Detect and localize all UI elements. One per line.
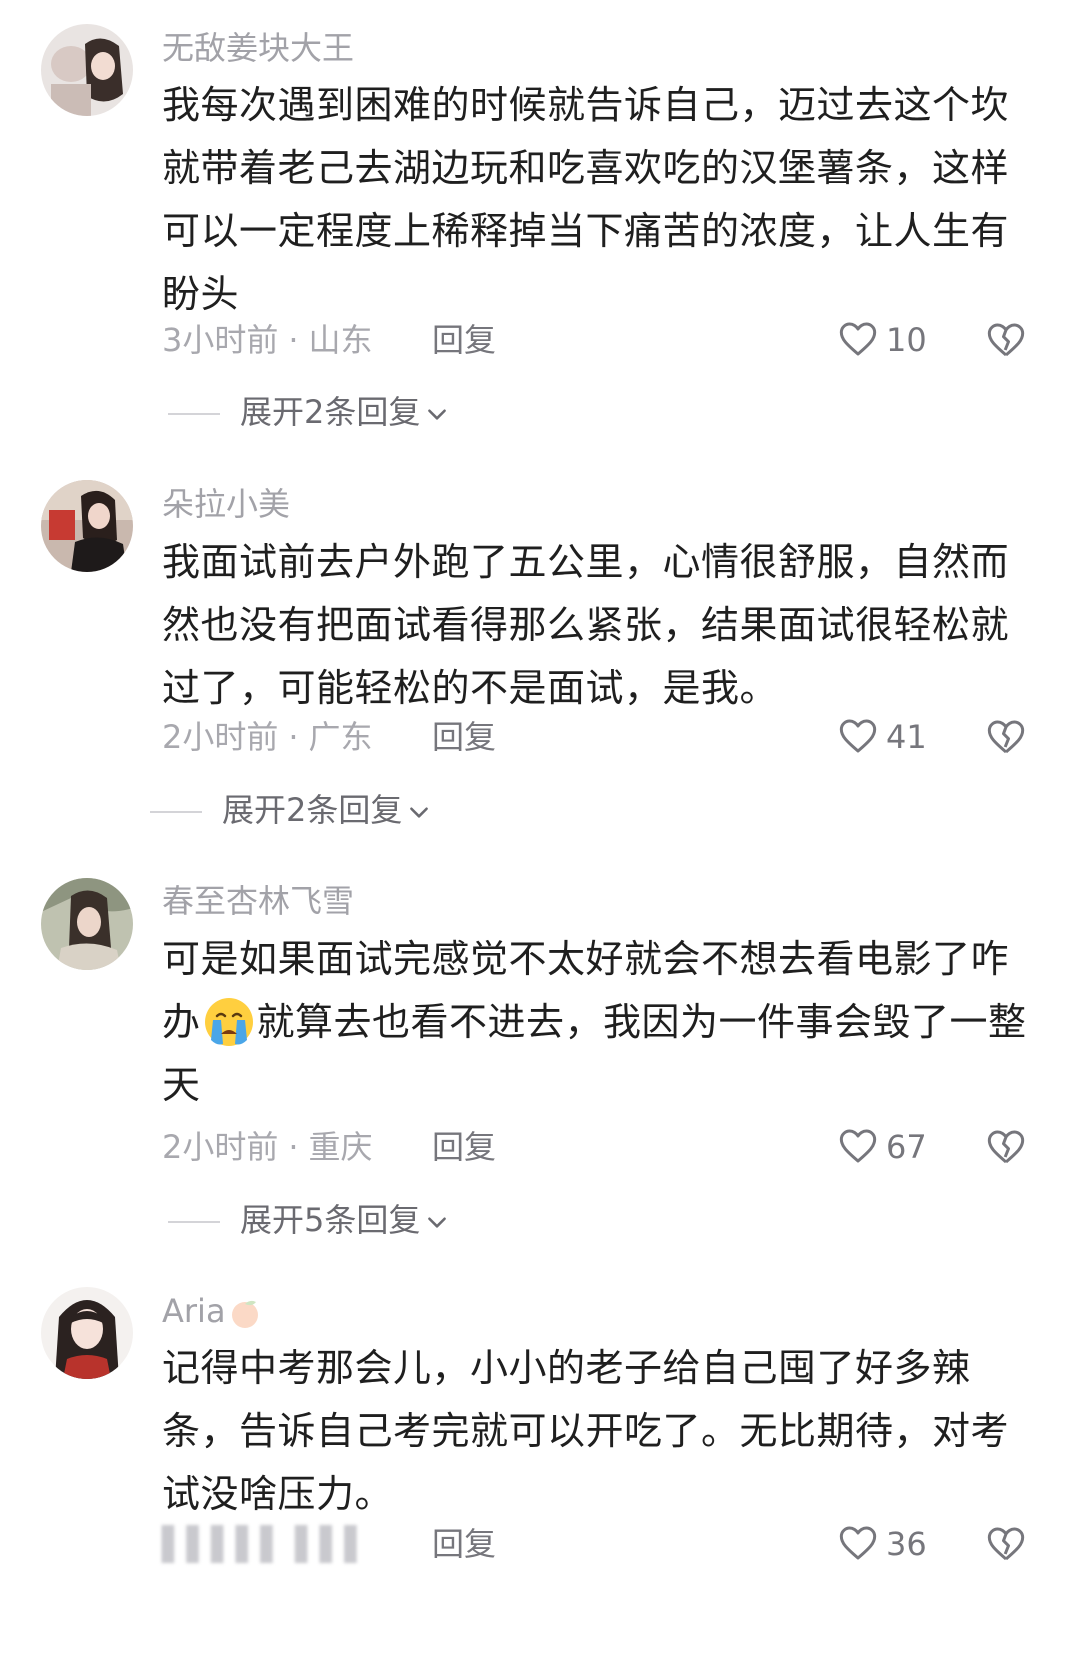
peach-icon [231, 1300, 258, 1328]
expand-label: 展开5条回复 [240, 1201, 421, 1239]
like-count: 36 [886, 1525, 927, 1563]
like-count: 67 [886, 1128, 927, 1166]
like-button[interactable]: 67 [838, 1127, 927, 1169]
comment-item: 无敌姜块大王 我每次遇到困难的时候就告诉自己，迈过去这个坎就带着老己去湖边玩和吃… [0, 0, 1080, 450]
username[interactable]: Aria [162, 1291, 262, 1331]
comment-text: 可是如果面试完感觉不太好就会不想去看电影了咋办 就算去也看不进去，我因为一件事会… [162, 928, 1028, 1117]
username[interactable]: 朵拉小美 [162, 484, 290, 524]
like-button[interactable]: 36 [838, 1524, 927, 1566]
like-button[interactable]: 41 [838, 717, 927, 759]
comment-item: 朵拉小美 我面试前去户外跑了五公里，心情很舒服，自然而然也没有把面试看得那么紧张… [0, 455, 1080, 855]
reply-button[interactable]: 回复 [432, 717, 496, 757]
username-text: Aria [162, 1292, 226, 1330]
username[interactable]: 春至杏林飞雪 [162, 881, 354, 921]
comment-time: 2小时前 [162, 718, 279, 756]
crying-face-icon [204, 997, 253, 1046]
comment-meta: 3小时前 · 山东 回复 [162, 321, 497, 359]
broken-heart-icon[interactable] [986, 1524, 1026, 1564]
chevron-down-icon [428, 409, 447, 420]
reply-button[interactable]: 回复 [432, 1524, 496, 1564]
comment-item: Aria 记得中考那会儿，小小的老子给自己囤了好多辣条，告诉自己考完就可以开吃了… [0, 1265, 1080, 1667]
comment-time: 3小时前 [162, 321, 279, 359]
avatar[interactable] [41, 878, 133, 970]
comment-meta: 2小时前 · 广东 回复 [162, 718, 497, 756]
expand-replies-button[interactable]: 展开2条回复 [150, 790, 432, 830]
comment-text: 我每次遇到困难的时候就告诉自己，迈过去这个坎就带着老己去湖边玩和吃喜欢吃的汉堡薯… [162, 83, 1010, 316]
comment-time: 2小时前 [162, 1128, 279, 1166]
broken-heart-icon[interactable] [986, 320, 1026, 360]
heart-icon [839, 322, 877, 356]
comment-text: 我面试前去户外跑了五公里，心情很舒服，自然而然也没有把面试看得那么紧张，结果面试… [162, 540, 1010, 710]
like-button[interactable]: 10 [838, 320, 927, 362]
comment-time-obscured: ▌▌▌▌▌ ▌▌▌ [162, 1525, 370, 1563]
broken-heart-icon[interactable] [986, 1127, 1026, 1167]
divider-line [168, 1221, 220, 1223]
comment-meta: 2小时前 · 重庆 回复 [162, 1128, 497, 1166]
comment-location: 重庆 [308, 1128, 373, 1166]
chevron-down-icon [410, 807, 429, 818]
comment-text-part: 就算去也看不进去，我因为一件事会毁了一整天 [162, 1000, 1027, 1107]
avatar[interactable] [41, 480, 133, 572]
expand-label: 展开2条回复 [222, 791, 403, 829]
comment-location: 山东 [308, 321, 373, 359]
avatar[interactable] [41, 24, 133, 116]
comment-location: 广东 [308, 718, 373, 756]
like-count: 41 [886, 718, 927, 756]
broken-heart-icon[interactable] [986, 717, 1026, 757]
expand-label: 展开2条回复 [240, 393, 421, 431]
avatar[interactable] [41, 1287, 133, 1379]
divider-line [168, 413, 220, 415]
reply-button[interactable]: 回复 [432, 320, 496, 360]
expand-replies-button[interactable]: 展开5条回复 [168, 1200, 450, 1240]
expand-replies-button[interactable]: 展开2条回复 [168, 392, 450, 432]
heart-icon [839, 1526, 877, 1560]
chevron-down-icon [428, 1217, 447, 1228]
heart-icon [839, 1129, 877, 1163]
reply-button[interactable]: 回复 [432, 1127, 496, 1167]
comment-meta: ▌▌▌▌▌ ▌▌▌ 回复 [162, 1524, 496, 1564]
heart-icon [839, 719, 877, 753]
comment-item: 春至杏林飞雪 可是如果面试完感觉不太好就会不想去看电影了咋办 就算去也看不进去，… [0, 855, 1080, 1265]
like-count: 10 [886, 321, 927, 359]
comment-text: 记得中考那会儿，小小的老子给自己囤了好多辣条，告诉自己考完就可以开吃了。无比期待… [162, 1346, 1010, 1516]
divider-line [150, 811, 202, 813]
username[interactable]: 无敌姜块大王 [162, 28, 354, 68]
